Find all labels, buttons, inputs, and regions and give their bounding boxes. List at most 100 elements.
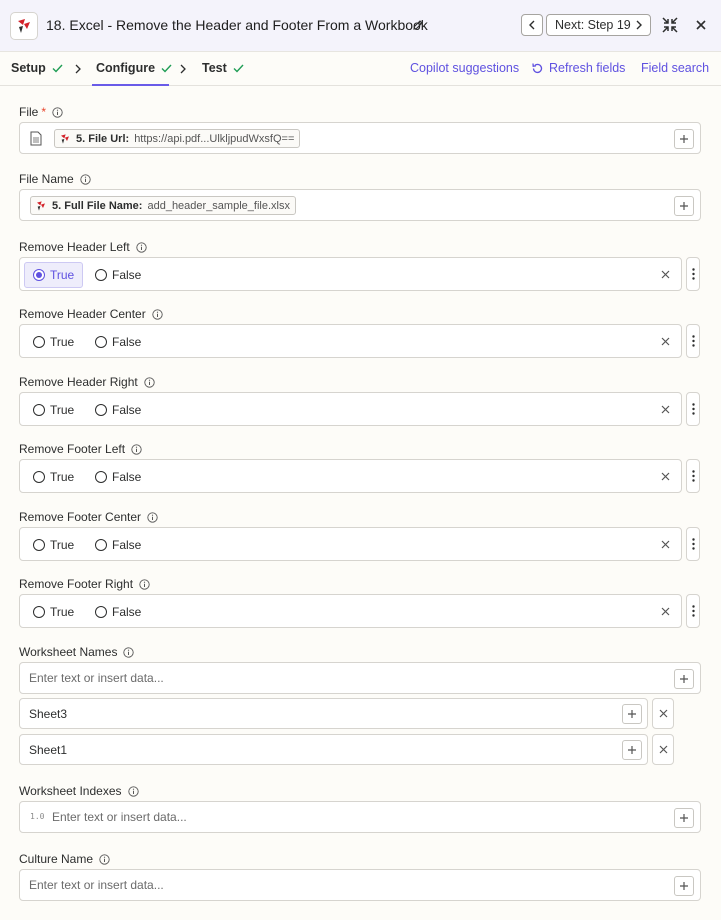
radio-button[interactable]	[33, 269, 45, 281]
radio-option-false[interactable]: False	[86, 262, 150, 288]
radio-button[interactable]	[33, 471, 45, 483]
tab-configure[interactable]: Configure	[96, 61, 172, 75]
list-item[interactable]: Sheet1	[19, 734, 648, 765]
radio-button[interactable]	[95, 471, 107, 483]
pdf4me-logo-icon	[37, 200, 45, 211]
clear-icon[interactable]	[661, 337, 670, 346]
file-name-input[interactable]: 5. Full File Name: add_header_sample_fil…	[19, 189, 701, 221]
next-step-label: Next: Step 19	[555, 18, 631, 32]
radio-option-label: True	[50, 470, 75, 484]
insert-data-button[interactable]	[674, 808, 694, 828]
insert-data-button[interactable]	[674, 196, 694, 216]
field-options-button[interactable]	[686, 257, 700, 291]
list-item[interactable]: Sheet3	[19, 698, 648, 729]
info-icon[interactable]	[99, 853, 110, 865]
kebab-menu-icon	[691, 538, 695, 550]
remove-footer-right-radio-group: True False	[19, 594, 682, 628]
field-label-text: Culture Name	[19, 852, 94, 866]
refresh-icon	[532, 62, 543, 73]
insert-data-button[interactable]	[622, 704, 642, 724]
radio-option-true[interactable]: True	[24, 262, 84, 288]
next-step-button[interactable]: Next: Step 19	[546, 14, 651, 36]
file-name-pill[interactable]: 5. Full File Name: add_header_sample_fil…	[30, 196, 296, 215]
clear-icon[interactable]	[661, 540, 670, 549]
plus-icon	[680, 135, 688, 143]
insert-data-button[interactable]	[674, 669, 694, 689]
radio-button[interactable]	[95, 336, 107, 348]
file-input[interactable]: 5. File Url: https://api.pdf...UlkljpudW…	[19, 122, 701, 154]
radio-button[interactable]	[95, 269, 107, 281]
info-icon[interactable]	[152, 308, 163, 320]
radio-option-true[interactable]: True	[24, 397, 83, 423]
step-header: 18. Excel - Remove the Header and Footer…	[0, 0, 721, 52]
field-label-text: Worksheet Indexes	[19, 784, 122, 798]
radio-option-true[interactable]: True	[24, 532, 83, 558]
radio-option-false[interactable]: False	[86, 329, 150, 355]
info-icon[interactable]	[136, 241, 147, 253]
info-icon[interactable]	[144, 376, 155, 388]
kebab-menu-icon	[691, 605, 695, 617]
field-options-button[interactable]	[686, 527, 700, 561]
list-item-value: Sheet1	[29, 743, 68, 757]
remove-item-button[interactable]	[652, 734, 674, 765]
clear-icon[interactable]	[661, 607, 670, 616]
previous-step-button[interactable]	[521, 14, 543, 36]
radio-button[interactable]	[33, 606, 45, 618]
radio-button[interactable]	[33, 404, 45, 416]
refresh-fields-link[interactable]: Refresh fields	[531, 61, 625, 75]
radio-option-false[interactable]: False	[86, 397, 150, 423]
close-icon[interactable]	[695, 19, 707, 31]
tab-test[interactable]: Test	[202, 61, 244, 75]
info-icon[interactable]	[147, 511, 158, 523]
info-icon[interactable]	[131, 443, 142, 455]
info-icon[interactable]	[139, 578, 150, 590]
copilot-suggestions-link[interactable]: Copilot suggestions	[410, 61, 519, 75]
field-search-link[interactable]: Field search	[641, 61, 709, 75]
pill-key: 5. File Url:	[76, 132, 130, 145]
radio-button[interactable]	[95, 404, 107, 416]
field-label-text: File Name	[19, 172, 74, 186]
field-options-button[interactable]	[686, 392, 700, 426]
radio-button[interactable]	[33, 336, 45, 348]
field-options-button[interactable]	[686, 459, 700, 493]
check-icon	[161, 64, 172, 73]
insert-data-button[interactable]	[622, 740, 642, 760]
active-tab-indicator	[92, 84, 169, 86]
insert-data-button[interactable]	[674, 876, 694, 896]
radio-option-true[interactable]: True	[24, 599, 83, 625]
field-options-button[interactable]	[686, 594, 700, 628]
radio-option-false[interactable]: False	[86, 464, 150, 490]
radio-option-label: False	[112, 605, 142, 619]
field-label-text: Remove Footer Center	[19, 510, 142, 524]
culture-name-label: Culture Name	[19, 852, 110, 866]
radio-button[interactable]	[95, 539, 107, 551]
remove-footer-left-label: Remove Footer Left	[19, 442, 142, 456]
app-logo	[10, 12, 38, 40]
pencil-icon[interactable]	[412, 19, 424, 31]
culture-name-input[interactable]: Enter text or insert data...	[19, 869, 701, 901]
field-options-button[interactable]	[686, 324, 700, 358]
remove-item-button[interactable]	[652, 698, 674, 729]
radio-option-true[interactable]: True	[24, 464, 83, 490]
radio-button[interactable]	[95, 606, 107, 618]
collapse-icon[interactable]	[662, 17, 678, 33]
radio-option-true[interactable]: True	[24, 329, 83, 355]
list-item-value: Sheet3	[29, 707, 68, 721]
clear-icon[interactable]	[661, 472, 670, 481]
clear-icon[interactable]	[661, 405, 670, 414]
info-icon[interactable]	[80, 173, 91, 185]
clear-icon[interactable]	[661, 270, 670, 279]
info-icon[interactable]	[127, 785, 139, 797]
worksheet-names-input[interactable]: Enter text or insert data...	[19, 662, 701, 694]
file-url-pill[interactable]: 5. File Url: https://api.pdf...UlkljpudW…	[54, 129, 301, 148]
plus-icon	[628, 710, 636, 718]
worksheet-indexes-input[interactable]: 1.0 Enter text or insert data...	[19, 801, 701, 833]
insert-data-button[interactable]	[674, 129, 694, 149]
radio-option-false[interactable]: False	[86, 599, 150, 625]
radio-button[interactable]	[33, 539, 45, 551]
check-icon	[52, 64, 63, 73]
radio-option-false[interactable]: False	[86, 532, 150, 558]
info-icon[interactable]	[52, 106, 63, 118]
info-icon[interactable]	[123, 646, 135, 658]
tab-setup[interactable]: Setup	[11, 61, 63, 75]
